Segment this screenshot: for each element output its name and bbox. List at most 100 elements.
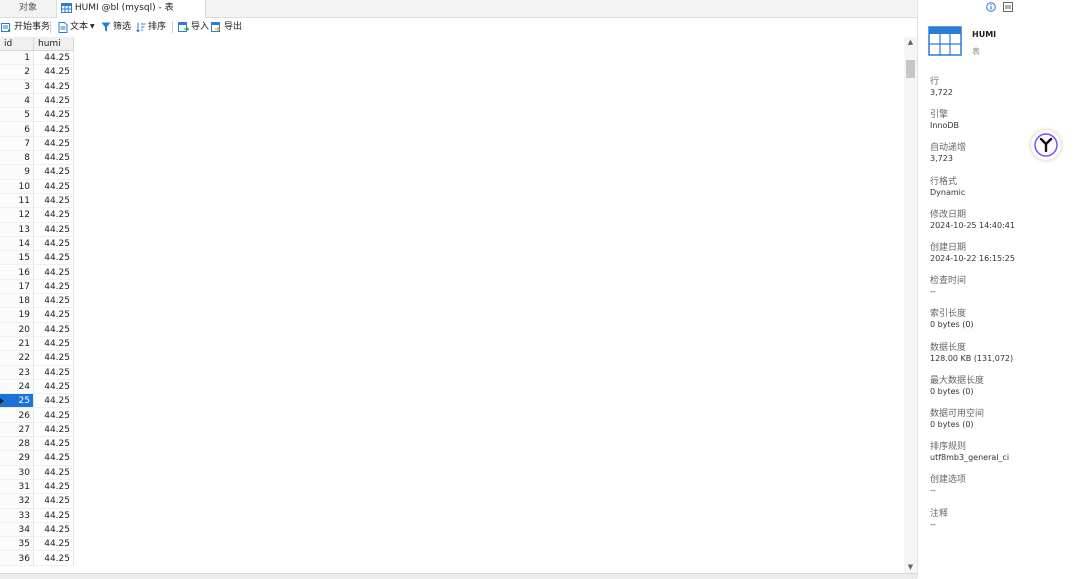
table-row[interactable]: 19 44.25 xyxy=(0,308,74,323)
cell-humi[interactable]: 44.25 xyxy=(34,308,74,323)
cell-id[interactable]: 11 xyxy=(0,194,34,209)
cell-humi[interactable]: 44.25 xyxy=(34,79,74,94)
cell-humi[interactable]: 44.25 xyxy=(34,508,74,523)
cell-humi[interactable]: 44.25 xyxy=(34,93,74,109)
cell-id[interactable]: 18 xyxy=(0,294,34,309)
cell-humi[interactable]: 44.25 xyxy=(34,265,74,280)
cell-id[interactable]: 25 xyxy=(0,394,34,409)
cell-id[interactable]: 32 xyxy=(0,494,34,509)
scroll-up-icon[interactable]: ▲ xyxy=(906,38,915,46)
cell-id[interactable]: 26 xyxy=(0,408,34,423)
cell-humi[interactable]: 44.25 xyxy=(34,522,74,538)
cell-id[interactable]: 35 xyxy=(0,537,34,552)
table-row[interactable]: 11 44.25 xyxy=(0,194,74,209)
cell-humi[interactable]: 44.25 xyxy=(34,165,74,180)
table-row[interactable]: 35 44.25 xyxy=(0,537,74,552)
cell-humi[interactable]: 44.25 xyxy=(34,151,74,166)
cell-id[interactable]: 1 xyxy=(0,51,34,66)
cell-id[interactable]: 3 xyxy=(0,79,34,94)
cell-humi[interactable]: 44.25 xyxy=(34,379,74,395)
ddl-icon[interactable] xyxy=(1003,2,1013,12)
cell-id[interactable]: 15 xyxy=(0,251,34,266)
cell-id[interactable]: 12 xyxy=(0,208,34,223)
cell-id[interactable]: 14 xyxy=(0,236,34,252)
table-row[interactable]: 14 44.25 xyxy=(0,236,74,252)
table-row[interactable]: 3 44.25 xyxy=(0,79,74,94)
cell-id[interactable]: 21 xyxy=(0,337,34,352)
table-row[interactable]: 2 44.25 xyxy=(0,65,74,80)
sort-button[interactable]: 排序 xyxy=(136,18,166,36)
cell-humi[interactable]: 44.25 xyxy=(34,208,74,223)
import-button[interactable]: 导入 xyxy=(178,18,209,36)
cell-humi[interactable]: 44.25 xyxy=(34,179,74,194)
cell-humi[interactable]: 44.25 xyxy=(34,279,74,295)
cell-id[interactable]: 8 xyxy=(0,151,34,166)
table-row[interactable]: 27 44.25 xyxy=(0,422,74,438)
table-row[interactable]: 15 44.25 xyxy=(0,251,74,266)
cell-humi[interactable]: 44.25 xyxy=(34,194,74,209)
cell-id[interactable]: 27 xyxy=(0,422,34,438)
table-row[interactable]: 28 44.25 xyxy=(0,437,74,452)
cell-id[interactable]: 2 xyxy=(0,65,34,80)
cell-humi[interactable]: 44.25 xyxy=(34,394,74,409)
cell-id[interactable]: 17 xyxy=(0,279,34,295)
cell-id[interactable]: 20 xyxy=(0,322,34,337)
table-row[interactable]: 36 44.25 xyxy=(0,551,74,566)
table-row[interactable]: 4 44.25 xyxy=(0,93,74,109)
cell-id[interactable]: 4 xyxy=(0,93,34,109)
info-icon[interactable] xyxy=(986,2,996,12)
cell-id[interactable]: 16 xyxy=(0,265,34,280)
cell-id[interactable]: 19 xyxy=(0,308,34,323)
cell-id[interactable]: 36 xyxy=(0,551,34,566)
cell-humi[interactable]: 44.25 xyxy=(34,365,74,380)
table-row[interactable]: 34 44.25 xyxy=(0,522,74,538)
table-row[interactable]: 24 44.25 xyxy=(0,379,74,395)
column-header-id[interactable]: id xyxy=(0,37,34,51)
tab-objects[interactable]: 对象 xyxy=(0,0,56,17)
cell-humi[interactable]: 44.25 xyxy=(34,465,74,480)
table-row[interactable]: 20 44.25 xyxy=(0,322,74,337)
table-row[interactable]: 21 44.25 xyxy=(0,337,74,352)
assistant-float-button[interactable] xyxy=(1031,130,1061,160)
cell-id[interactable]: 13 xyxy=(0,222,34,237)
cell-id[interactable]: 9 xyxy=(0,165,34,180)
begin-transaction-button[interactable]: 开始事务 xyxy=(1,18,50,36)
cell-id[interactable]: 31 xyxy=(0,480,34,495)
table-row[interactable]: 25 44.25 xyxy=(0,394,74,409)
cell-humi[interactable]: 44.25 xyxy=(34,222,74,237)
cell-humi[interactable]: 44.25 xyxy=(34,294,74,309)
cell-humi[interactable]: 44.25 xyxy=(34,322,74,337)
table-row[interactable]: 23 44.25 xyxy=(0,365,74,380)
cell-id[interactable]: 33 xyxy=(0,508,34,523)
table-row[interactable]: 10 44.25 xyxy=(0,179,74,194)
cell-id[interactable]: 10 xyxy=(0,179,34,194)
table-row[interactable]: 17 44.25 xyxy=(0,279,74,295)
cell-humi[interactable]: 44.25 xyxy=(34,351,74,366)
cell-humi[interactable]: 44.25 xyxy=(34,494,74,509)
table-row[interactable]: 16 44.25 xyxy=(0,265,74,280)
table-row[interactable]: 6 44.25 xyxy=(0,122,74,137)
cell-id[interactable]: 34 xyxy=(0,522,34,538)
table-row[interactable]: 22 44.25 xyxy=(0,351,74,366)
text-button[interactable]: 文本 ▼ xyxy=(58,18,95,36)
cell-humi[interactable]: 44.25 xyxy=(34,51,74,66)
table-row[interactable]: 8 44.25 xyxy=(0,151,74,166)
cell-id[interactable]: 28 xyxy=(0,437,34,452)
cell-humi[interactable]: 44.25 xyxy=(34,136,74,152)
table-row[interactable]: 12 44.25 xyxy=(0,208,74,223)
table-row[interactable]: 13 44.25 xyxy=(0,222,74,237)
export-button[interactable]: 导出 xyxy=(211,18,242,36)
cell-id[interactable]: 23 xyxy=(0,365,34,380)
cell-humi[interactable]: 44.25 xyxy=(34,251,74,266)
table-row[interactable]: 7 44.25 xyxy=(0,136,74,152)
table-row[interactable]: 33 44.25 xyxy=(0,508,74,523)
table-row[interactable]: 18 44.25 xyxy=(0,294,74,309)
cell-id[interactable]: 6 xyxy=(0,122,34,137)
cell-humi[interactable]: 44.25 xyxy=(34,437,74,452)
table-row[interactable]: 29 44.25 xyxy=(0,451,74,466)
cell-humi[interactable]: 44.25 xyxy=(34,551,74,566)
table-row[interactable]: 31 44.25 xyxy=(0,480,74,495)
cell-humi[interactable]: 44.25 xyxy=(34,451,74,466)
vertical-scrollbar[interactable]: ▲ ▼ xyxy=(904,37,917,573)
cell-humi[interactable]: 44.25 xyxy=(34,337,74,352)
